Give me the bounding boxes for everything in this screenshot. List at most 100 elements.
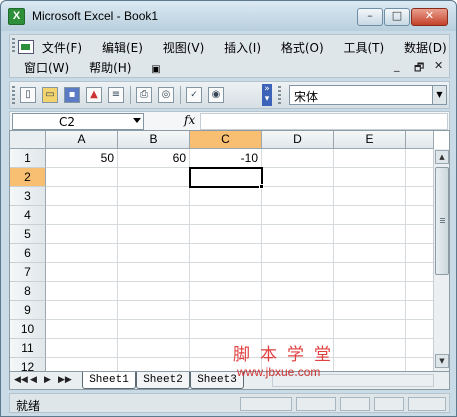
row-header-4[interactable]: 4: [10, 206, 46, 225]
row-header-11[interactable]: 11: [10, 339, 46, 358]
research-icon[interactable]: ◉: [208, 87, 224, 103]
cell-b7[interactable]: [118, 263, 190, 282]
menu-help[interactable]: 帮助(H): [89, 59, 131, 76]
cell-f1[interactable]: [406, 149, 434, 168]
cell-a5[interactable]: [46, 225, 118, 244]
row-header-2[interactable]: 2: [10, 168, 46, 187]
cell-a9[interactable]: [46, 301, 118, 320]
cell-a7[interactable]: [46, 263, 118, 282]
spelling-icon[interactable]: ✓: [186, 87, 202, 103]
column-header-e[interactable]: E: [334, 131, 406, 149]
cell-b8[interactable]: [118, 282, 190, 301]
cell-e9[interactable]: [334, 301, 406, 320]
cell-f8[interactable]: [406, 282, 434, 301]
chevron-down-icon[interactable]: ▼: [432, 86, 446, 104]
row-header-9[interactable]: 9: [10, 301, 46, 320]
scroll-up-icon[interactable]: ▲: [435, 150, 449, 164]
cell-b4[interactable]: [118, 206, 190, 225]
cell-a12[interactable]: [46, 358, 118, 371]
cell-e5[interactable]: [334, 225, 406, 244]
cell-e4[interactable]: [334, 206, 406, 225]
row-header-1[interactable]: 1: [10, 149, 46, 168]
cell-b9[interactable]: [118, 301, 190, 320]
cell-c7[interactable]: [190, 263, 262, 282]
cell-d5[interactable]: [262, 225, 334, 244]
scroll-down-icon[interactable]: ▼: [435, 354, 449, 368]
column-header-b[interactable]: B: [118, 131, 190, 149]
scroll-thumb[interactable]: [435, 167, 449, 275]
format-toolbar-grip[interactable]: [278, 86, 281, 104]
cell-d4[interactable]: [262, 206, 334, 225]
cell-b12[interactable]: [118, 358, 190, 371]
excel-icon[interactable]: X: [8, 8, 25, 25]
menu-view[interactable]: 视图(V): [163, 39, 205, 56]
row-header-12[interactable]: 12: [10, 358, 46, 371]
cell-e8[interactable]: [334, 282, 406, 301]
cell-c10[interactable]: [190, 320, 262, 339]
cell-d9[interactable]: [262, 301, 334, 320]
cell-a4[interactable]: [46, 206, 118, 225]
cell-d10[interactable]: [262, 320, 334, 339]
menu-grip[interactable]: [12, 38, 15, 54]
name-box[interactable]: C2: [12, 113, 144, 130]
column-header-d[interactable]: D: [262, 131, 334, 149]
cell-d8[interactable]: [262, 282, 334, 301]
cell-e11[interactable]: [334, 339, 406, 358]
save-icon[interactable]: ▪: [64, 87, 80, 103]
cell-f9[interactable]: [406, 301, 434, 320]
menu-data[interactable]: 数据(D): [404, 39, 447, 56]
active-cell-c2[interactable]: [189, 167, 263, 188]
cell-b6[interactable]: [118, 244, 190, 263]
cell-b3[interactable]: [118, 187, 190, 206]
chevron-down-icon[interactable]: [133, 118, 141, 123]
cell-f6[interactable]: [406, 244, 434, 263]
toolbar-grip[interactable]: [12, 86, 15, 104]
cell-b2[interactable]: [118, 168, 190, 187]
cell-c4[interactable]: [190, 206, 262, 225]
row-header-8[interactable]: 8: [10, 282, 46, 301]
cell-a3[interactable]: [46, 187, 118, 206]
menu-window[interactable]: 窗口(W): [24, 59, 69, 76]
cell-d7[interactable]: [262, 263, 334, 282]
column-header-a[interactable]: A: [46, 131, 118, 149]
cell-a1[interactable]: 50: [46, 149, 118, 168]
last-sheet-icon[interactable]: ▶▶: [58, 375, 72, 385]
cell-d1[interactable]: [262, 149, 334, 168]
print-icon[interactable]: ⎙: [136, 87, 152, 103]
doc-close-button[interactable]: ✕: [434, 59, 443, 72]
cell-e7[interactable]: [334, 263, 406, 282]
cell-e3[interactable]: [334, 187, 406, 206]
doc-minimize-button[interactable]: _: [394, 59, 400, 72]
open-icon[interactable]: ▭: [42, 87, 58, 103]
select-all-corner[interactable]: [10, 131, 46, 149]
cell-a8[interactable]: [46, 282, 118, 301]
cell-c3[interactable]: [190, 187, 262, 206]
row-header-5[interactable]: 5: [10, 225, 46, 244]
row-header-7[interactable]: 7: [10, 263, 46, 282]
fill-handle[interactable]: [259, 184, 264, 189]
cell-c6[interactable]: [190, 244, 262, 263]
cell-d3[interactable]: [262, 187, 334, 206]
maximize-button[interactable]: □: [384, 8, 410, 26]
document-icon[interactable]: [18, 40, 34, 54]
menu-insert[interactable]: 插入(I): [224, 39, 261, 56]
minimize-button[interactable]: –: [357, 8, 383, 26]
cell-e6[interactable]: [334, 244, 406, 263]
row-header-3[interactable]: 3: [10, 187, 46, 206]
toolbar-options-chevron[interactable]: » ▾: [262, 84, 272, 106]
row-header-10[interactable]: 10: [10, 320, 46, 339]
cell-e10[interactable]: [334, 320, 406, 339]
cell-b11[interactable]: [118, 339, 190, 358]
cell-b1[interactable]: 60: [118, 149, 190, 168]
cell-c9[interactable]: [190, 301, 262, 320]
menu-format[interactable]: 格式(O): [281, 39, 324, 56]
cell-f10[interactable]: [406, 320, 434, 339]
cell-e12[interactable]: [334, 358, 406, 371]
cell-f12[interactable]: [406, 358, 434, 371]
cell-a11[interactable]: [46, 339, 118, 358]
column-header-f[interactable]: [406, 131, 434, 149]
cell-a6[interactable]: [46, 244, 118, 263]
cell-e2[interactable]: [334, 168, 406, 187]
cell-a2[interactable]: [46, 168, 118, 187]
insert-function-icon[interactable]: fx: [184, 113, 195, 127]
